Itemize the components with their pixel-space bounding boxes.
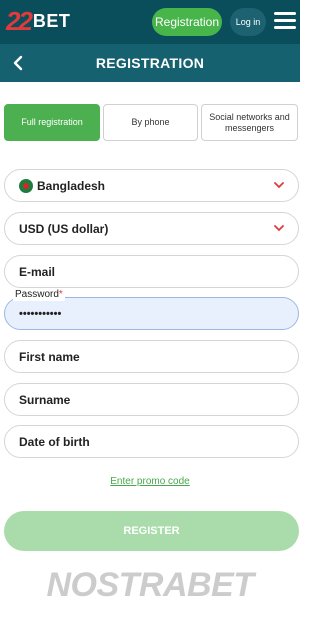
registration-button[interactable]: Registration [152,8,222,36]
first-name-placeholder: First name [19,349,80,364]
password-value: ••••••••••• [19,308,62,320]
tab-full-registration[interactable]: Full registration [4,104,100,141]
tab-by-phone[interactable]: By phone [103,104,198,141]
flag-icon [19,178,33,193]
page-header: REGISTRATION [0,44,300,82]
back-arrow-icon[interactable] [6,49,30,77]
currency-select[interactable]: USD (US dollar) [4,212,299,245]
menu-line [274,26,296,29]
menu-icon[interactable] [274,12,296,32]
tab-social-networks[interactable]: Social networks and messengers [201,104,298,141]
register-button[interactable]: REGISTER [4,511,299,551]
logo-text: BET [32,11,71,31]
page-title: REGISTRATION [95,55,205,71]
dob-placeholder: Date of birth [19,434,90,449]
menu-line [274,12,296,15]
logo-number: 22 [6,6,33,36]
top-bar: 22 BET Registration Log in [0,0,300,44]
chevron-down-icon [274,182,284,189]
currency-value: USD (US dollar) [19,221,109,236]
password-field[interactable]: ••••••••••• [4,297,299,330]
email-field[interactable]: E-mail [4,255,299,288]
country-value: Bangladesh [37,178,106,193]
email-placeholder: E-mail [19,264,56,279]
first-name-field[interactable]: First name [4,340,299,373]
watermark-text: NOSTRABET [46,565,254,604]
brand-logo[interactable]: 22 BET [6,6,70,36]
surname-field[interactable]: Surname [4,383,299,416]
password-label: Password* [13,289,65,301]
date-of-birth-field[interactable]: Date of birth [4,425,299,458]
promo-code-link[interactable]: Enter promo code [0,476,300,487]
surname-placeholder: Surname [19,392,71,407]
required-mark: * [58,289,63,300]
country-select[interactable]: Bangladesh [4,169,299,202]
chevron-down-icon [274,225,284,232]
password-label-text: Password [15,289,59,300]
login-button[interactable]: Log in [230,8,266,36]
watermark: NOSTRABET [0,560,300,610]
menu-line [274,19,296,22]
